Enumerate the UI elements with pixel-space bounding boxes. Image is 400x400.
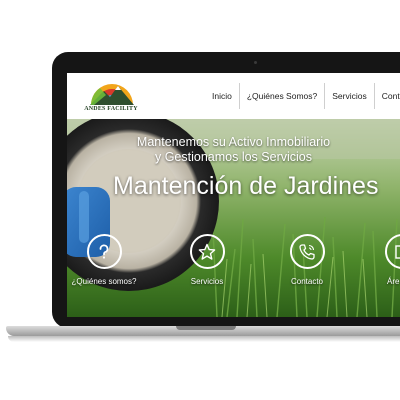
nav-servicios[interactable]: Servicios bbox=[324, 83, 373, 109]
laptop-notch bbox=[176, 326, 236, 330]
laptop-shadow bbox=[8, 336, 400, 342]
site-logo[interactable]: ANDES FACILITY bbox=[83, 77, 143, 117]
hero-banner: Mantenemos su Activo Inmobiliario y Gest… bbox=[67, 119, 400, 317]
feature-quienes-somos[interactable]: ¿Quiénes somos? bbox=[69, 234, 139, 286]
hero-title: Mantención de Jardines bbox=[113, 172, 379, 200]
webcam bbox=[254, 61, 257, 64]
question-icon bbox=[99, 243, 109, 259]
feature-circle[interactable] bbox=[289, 234, 325, 269]
nav-contacto[interactable]: Contá bbox=[373, 83, 400, 109]
nav-quienes-somos[interactable]: ¿Quiénes Somos? bbox=[238, 83, 324, 109]
laptop-screen: ANDES FACILITY Inicio ¿Quiénes Somos? Se… bbox=[67, 73, 400, 317]
feature-circle[interactable] bbox=[86, 234, 122, 269]
feature-label[interactable]: Servicios bbox=[172, 277, 242, 286]
feature-servicios[interactable]: Servicios bbox=[172, 234, 242, 286]
nav-inicio[interactable]: Inicio bbox=[205, 83, 239, 109]
mountain-logo-icon bbox=[90, 84, 134, 105]
phone-icon bbox=[299, 243, 315, 260]
feature-label[interactable]: Áre bbox=[367, 277, 400, 286]
area-icon bbox=[395, 244, 400, 259]
feature-circle[interactable] bbox=[384, 234, 400, 269]
feature-contacto[interactable]: Contacto bbox=[272, 234, 342, 286]
feature-label[interactable]: ¿Quiénes somos? bbox=[69, 277, 139, 286]
hero-subtitle-line1: Mantenemos su Activo Inmobiliario bbox=[136, 135, 331, 149]
hero-subtitle-line2: y Gestionamos los Servicios bbox=[154, 150, 312, 164]
main-nav: Inicio ¿Quiénes Somos? Servicios Contá bbox=[205, 83, 400, 109]
feature-areas[interactable]: Áre bbox=[367, 234, 400, 286]
feature-circle[interactable] bbox=[189, 234, 225, 269]
brand-name: ANDES FACILITY bbox=[84, 106, 138, 112]
feature-label[interactable]: Contacto bbox=[272, 277, 342, 286]
star-icon bbox=[198, 243, 216, 260]
site-header: ANDES FACILITY Inicio ¿Quiénes Somos? Se… bbox=[67, 73, 400, 119]
